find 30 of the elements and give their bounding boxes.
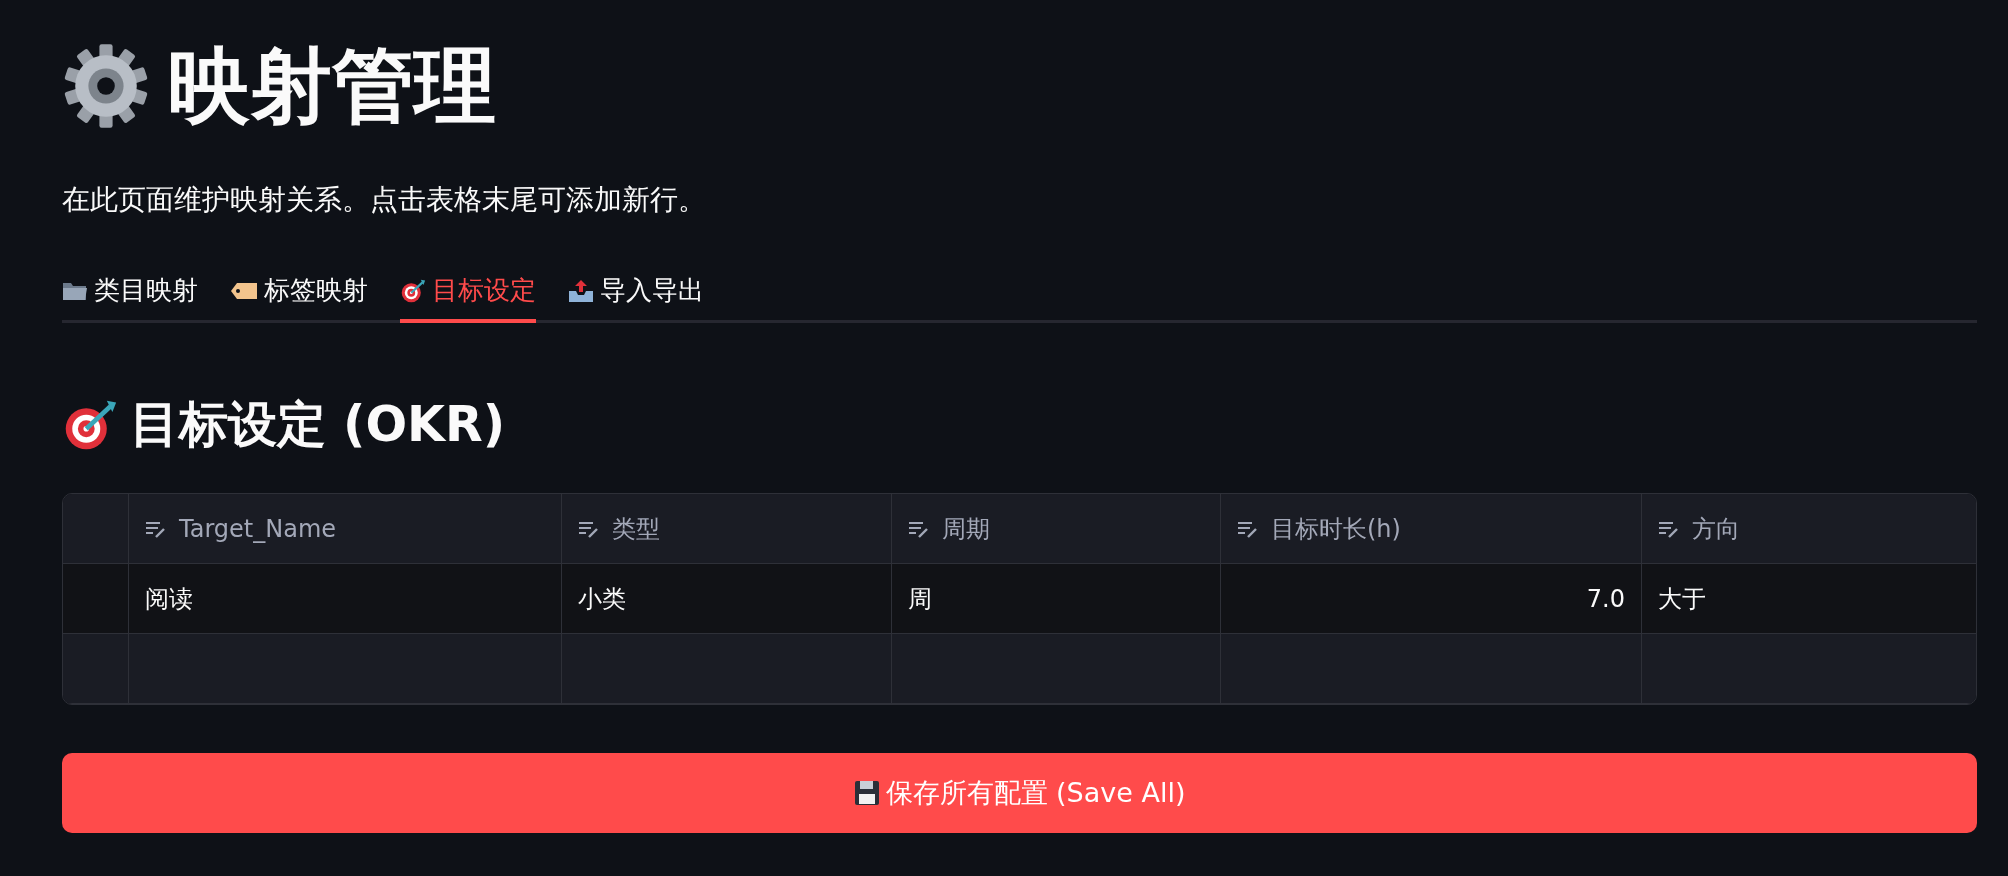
section-title: 目标设定 (OKR) — [130, 395, 506, 456]
column-header[interactable]: 周期 — [892, 494, 1221, 565]
column-header[interactable]: Target_Name — [129, 494, 562, 565]
tab[interactable]: 导入导出 — [568, 262, 704, 324]
edit-column-icon — [578, 519, 600, 538]
edit-column-icon — [145, 519, 167, 538]
edit-column-icon — [1658, 519, 1680, 538]
tab[interactable]: 类目映射 — [62, 262, 198, 324]
target-icon — [400, 277, 426, 304]
column-header[interactable]: 方向 — [1642, 494, 1976, 565]
new-row-cell[interactable] — [129, 634, 562, 705]
table-cell[interactable]: 周 — [892, 564, 1221, 635]
new-row-cell[interactable] — [892, 634, 1221, 705]
column-header[interactable]: 目标时长(h) — [1221, 494, 1642, 565]
edit-column-icon — [1237, 519, 1259, 538]
tab[interactable]: 目标设定 — [400, 262, 536, 324]
new-row-cell[interactable] — [562, 634, 892, 705]
table-cell[interactable]: 阅读 — [129, 564, 562, 635]
new-row-cell[interactable] — [1221, 634, 1642, 705]
inbox-tray-icon — [568, 278, 594, 303]
page-description: 在此页面维护映射关系。点击表格末尾可添加新行。 — [62, 182, 707, 218]
table-cell[interactable]: 小类 — [562, 564, 892, 635]
tag-icon — [230, 280, 258, 301]
edit-column-icon — [908, 519, 930, 538]
column-header[interactable]: 类型 — [562, 494, 892, 565]
gear-icon — [62, 42, 150, 130]
page-title: 映射管理 — [168, 45, 496, 127]
tab[interactable]: 标签映射 — [230, 262, 368, 324]
new-row-cell[interactable] — [1642, 634, 1976, 705]
table-cell[interactable]: 7.0 — [1221, 564, 1642, 635]
